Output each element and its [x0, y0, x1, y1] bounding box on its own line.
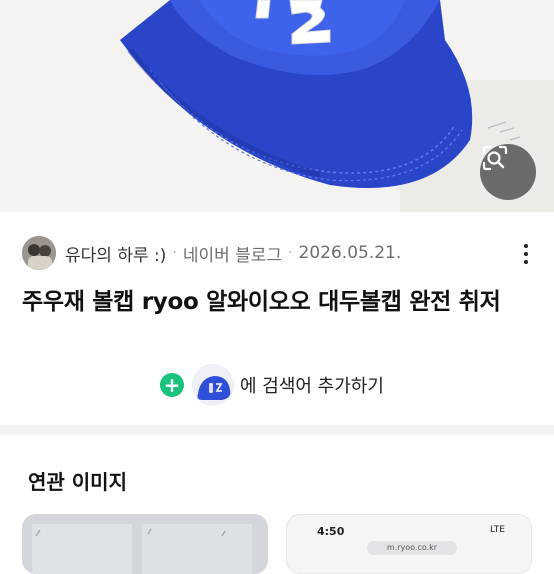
lens-search-icon [482, 145, 508, 171]
post-date: 2026.05.21. [298, 243, 402, 263]
related-images-heading: 연관 이미지 [28, 470, 127, 494]
lens-search-button[interactable] [480, 144, 536, 200]
author-name[interactable]: 유다의 하루 :) [65, 241, 166, 266]
result-source[interactable]: 유다의 하루 :) · 네이버 블로그 · 2026.05.21. [22, 234, 542, 272]
related-image-card[interactable] [22, 514, 268, 574]
plus-icon: + [160, 373, 184, 397]
more-options-button[interactable] [514, 240, 538, 268]
result-title[interactable]: 주우재 볼캡 ryoo 알와이오오 대두볼캡 완전 취저 [22, 282, 542, 316]
search-thumbnail [192, 364, 234, 406]
phone-status: LTE [490, 525, 505, 535]
site-name[interactable]: 네이버 블로그 [183, 241, 282, 266]
add-to-search-button[interactable]: + 에 검색어 추가하기 [160, 360, 384, 410]
hero-image[interactable] [0, 0, 554, 212]
add-to-search-label: 에 검색어 추가하기 [240, 376, 384, 397]
separator: · [288, 245, 293, 261]
phone-url-bar: m.ryoo.co.kr [367, 541, 457, 555]
section-divider [0, 425, 554, 435]
separator: · [172, 245, 177, 261]
more-vertical-icon [524, 244, 528, 248]
related-image-card[interactable]: 4:50 LTE m.ryoo.co.kr [286, 514, 532, 574]
phone-time: 4:50 [317, 525, 345, 538]
author-avatar [22, 236, 56, 270]
cap-photo [0, 0, 554, 212]
